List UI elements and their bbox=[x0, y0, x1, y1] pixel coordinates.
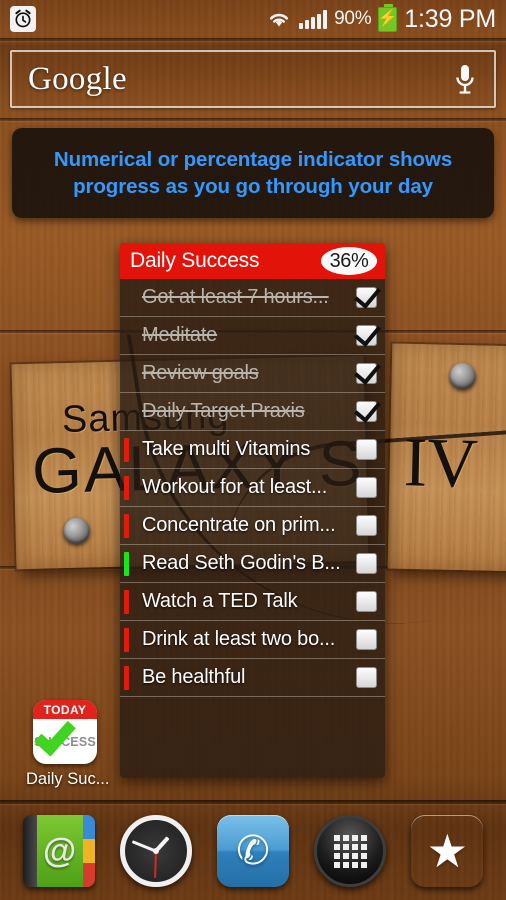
star-icon: ★ bbox=[426, 825, 468, 877]
app-icon-today-banner: TODAY bbox=[33, 700, 97, 719]
clock-center-pin bbox=[152, 848, 159, 854]
task-checkbox[interactable] bbox=[356, 287, 377, 308]
annotation-banner: Numerical or percentage indicator shows … bbox=[12, 128, 494, 218]
bolt-icon bbox=[63, 517, 90, 545]
phone-handset-icon: ✆ bbox=[236, 829, 270, 873]
app-icon-label: Daily Suc... bbox=[26, 770, 110, 788]
task-row[interactable]: Watch a TED Talk bbox=[120, 583, 385, 621]
task-label: Watch a TED Talk bbox=[142, 590, 298, 612]
widget-title: Daily Success bbox=[130, 249, 260, 272]
status-bar-clock: 1:39 PM bbox=[404, 4, 496, 33]
task-label: Take multi Vitamins bbox=[142, 438, 311, 460]
app-drawer-grid-icon bbox=[333, 834, 367, 868]
priority-indicator bbox=[124, 590, 129, 614]
battery-percent-label: 90% bbox=[334, 8, 372, 29]
google-search-bar[interactable]: Google bbox=[10, 50, 496, 108]
task-checkbox[interactable] bbox=[356, 553, 377, 574]
task-row[interactable]: Drink at least two bo... bbox=[120, 621, 385, 659]
task-row[interactable]: Be healthful bbox=[120, 659, 385, 697]
task-checkbox[interactable] bbox=[356, 629, 377, 650]
task-row[interactable]: Workout for at least... bbox=[120, 469, 385, 507]
cellular-signal-icon bbox=[299, 9, 328, 29]
task-checkbox[interactable] bbox=[356, 591, 377, 612]
book-tabs bbox=[82, 815, 95, 887]
task-label: Drink at least two bo... bbox=[142, 628, 336, 650]
plank-seam bbox=[0, 38, 506, 41]
task-checkbox[interactable] bbox=[356, 515, 377, 536]
widget-header[interactable]: Daily Success 36% bbox=[120, 243, 385, 279]
task-label: Meditate bbox=[142, 324, 218, 346]
task-checkbox[interactable] bbox=[356, 477, 377, 498]
task-label: Be healthful bbox=[142, 666, 246, 688]
priority-indicator bbox=[124, 476, 129, 500]
task-row[interactable]: Got at least 7 hours... bbox=[120, 279, 385, 317]
dock-icon-contacts[interactable]: @ bbox=[22, 815, 95, 887]
task-row[interactable]: Review goals bbox=[120, 355, 385, 393]
priority-indicator bbox=[124, 552, 129, 576]
alarm-clock-icon bbox=[10, 6, 36, 32]
task-label: Daily Target Praxis bbox=[142, 400, 305, 422]
at-symbol-icon: @ bbox=[43, 832, 77, 870]
progress-badge: 36% bbox=[321, 247, 377, 275]
annotation-text: Numerical or percentage indicator shows … bbox=[53, 147, 453, 198]
app-icon-tile[interactable]: TODAY SUCCESS bbox=[33, 700, 97, 764]
wifi-icon bbox=[266, 9, 292, 29]
task-row[interactable]: Concentrate on prim... bbox=[120, 507, 385, 545]
task-label: Got at least 7 hours... bbox=[142, 286, 329, 308]
task-checkbox[interactable] bbox=[356, 439, 377, 460]
daily-success-widget[interactable]: Daily Success 36% Got at least 7 hours..… bbox=[120, 243, 385, 778]
dock-icon-clock[interactable] bbox=[119, 815, 192, 887]
status-bar-left bbox=[10, 6, 36, 32]
dock: @ ✆ ★ bbox=[0, 802, 506, 900]
task-checkbox[interactable] bbox=[356, 667, 377, 688]
widget-empty-area bbox=[120, 697, 385, 767]
task-label: Concentrate on prim... bbox=[142, 514, 336, 536]
priority-indicator bbox=[124, 628, 129, 652]
priority-indicator bbox=[124, 666, 129, 690]
task-label: Workout for at least... bbox=[142, 476, 328, 498]
app-icon-daily-success[interactable]: TODAY SUCCESS Daily Suc... bbox=[26, 700, 110, 789]
dock-icon-bookmarks[interactable]: ★ bbox=[411, 815, 483, 887]
task-list: Got at least 7 hours... Meditate Review go… bbox=[120, 279, 385, 697]
task-row[interactable]: Daily Target Praxis bbox=[120, 393, 385, 431]
priority-indicator bbox=[124, 438, 129, 462]
status-bar: 90% ⚡ 1:39 PM bbox=[0, 0, 506, 38]
priority-indicator bbox=[124, 514, 129, 538]
home-screen: Samsung GALAXY S IV bbox=[0, 0, 506, 900]
task-row[interactable]: Meditate bbox=[120, 317, 385, 355]
task-checkbox[interactable] bbox=[356, 363, 377, 384]
plank-seam bbox=[0, 118, 506, 121]
clock-second-hand bbox=[153, 850, 157, 879]
battery-charging-icon: ⚡ bbox=[378, 3, 398, 32]
bolt-icon bbox=[449, 362, 476, 390]
book-spine bbox=[22, 815, 37, 887]
status-bar-right: 90% ⚡ 1:39 PM bbox=[266, 3, 496, 34]
task-checkbox[interactable] bbox=[356, 401, 377, 422]
task-label: Review goals bbox=[142, 362, 259, 384]
task-checkbox[interactable] bbox=[356, 325, 377, 346]
dock-icon-app-drawer[interactable] bbox=[314, 815, 387, 887]
dock-icon-phone[interactable]: ✆ bbox=[216, 815, 289, 887]
task-label: Read Seth Godin's B... bbox=[142, 552, 341, 574]
microphone-icon[interactable] bbox=[452, 62, 478, 96]
task-row[interactable]: Take multi Vitamins bbox=[120, 431, 385, 469]
book-page: @ bbox=[36, 815, 83, 887]
google-logo-text: Google bbox=[28, 60, 127, 97]
task-row[interactable]: Read Seth Godin's B... bbox=[120, 545, 385, 583]
